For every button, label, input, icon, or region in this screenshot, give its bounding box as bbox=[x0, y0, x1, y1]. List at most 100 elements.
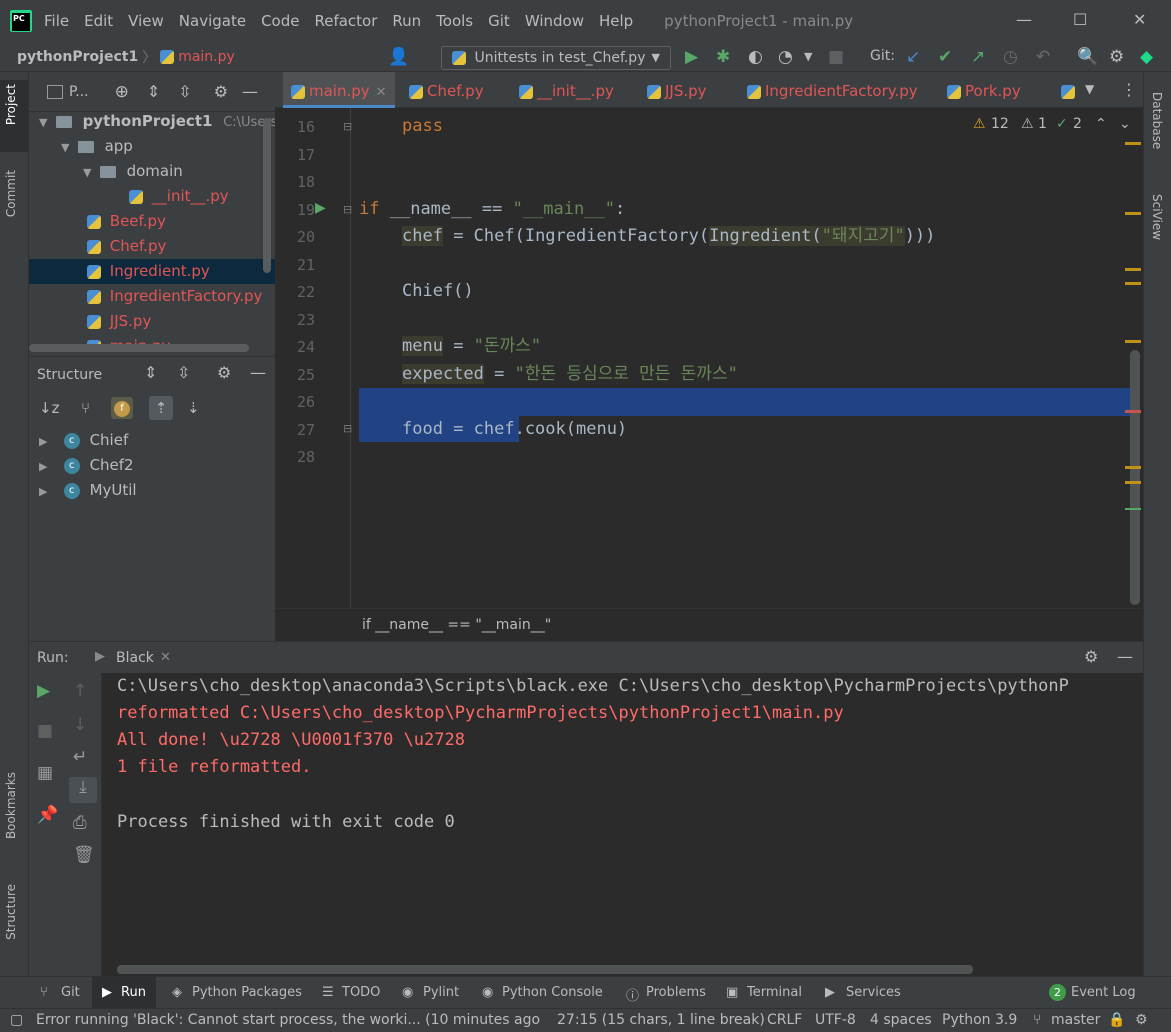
show-inherited-icon[interactable]: ⑂ bbox=[81, 399, 90, 417]
project-tool-tab[interactable]: Project bbox=[4, 84, 18, 125]
tree-root[interactable]: ▼ pythonProject1 C:\Users\c bbox=[29, 109, 289, 134]
toggle-tool-windows-icon[interactable]: ▢ bbox=[10, 1012, 23, 1028]
weak-warnings-count[interactable]: 1 bbox=[1038, 116, 1047, 132]
close-run-tab-icon[interactable]: ✕ bbox=[160, 650, 171, 665]
soft-wrap-icon[interactable]: ↵ bbox=[73, 747, 87, 767]
git-update-icon[interactable]: ↙ bbox=[906, 47, 920, 67]
next-highlight-icon[interactable]: ⌄ bbox=[1119, 116, 1131, 132]
project-panel-title[interactable]: P... bbox=[69, 84, 89, 100]
more-actions-icon[interactable]: ⋮ bbox=[1121, 80, 1137, 99]
status-message[interactable]: Error running 'Black': Cannot start proc… bbox=[36, 1012, 540, 1028]
tree-item-ingredientfactory[interactable]: IngredientFactory.py bbox=[29, 284, 275, 309]
arrow-down-icon[interactable]: ↓ bbox=[73, 715, 87, 735]
hide-panel-icon[interactable]: — bbox=[242, 82, 258, 101]
menu-help[interactable]: Help bbox=[599, 12, 633, 30]
tree-item-domain[interactable]: ▼ domain bbox=[29, 159, 275, 184]
rerun-icon[interactable]: ▶ bbox=[37, 681, 50, 701]
commit-tool-tab[interactable]: Commit bbox=[4, 170, 18, 217]
close-window-button[interactable]: ✕ bbox=[1133, 10, 1146, 29]
tool-tab-problems[interactable]: Problems bbox=[646, 985, 706, 1000]
breadcrumb-file[interactable]: main.py bbox=[178, 49, 235, 65]
structure-tool-tab[interactable]: Structure bbox=[4, 884, 18, 940]
settings-gear-icon[interactable]: ⚙ bbox=[1109, 47, 1124, 67]
profile-icon[interactable]: ◔ bbox=[778, 47, 793, 67]
menu-navigate[interactable]: Navigate bbox=[179, 12, 246, 30]
tree-item-jjs[interactable]: JJS.py bbox=[29, 309, 275, 334]
tree-item-ingredient[interactable]: Ingredient.py bbox=[29, 259, 275, 284]
tool-tab-services[interactable]: Services bbox=[846, 985, 901, 1000]
tab-ingredientfactory-py[interactable]: IngredientFactory.py bbox=[747, 72, 918, 108]
file-encoding[interactable]: UTF-8 bbox=[815, 1012, 856, 1028]
error-stripe-marker[interactable] bbox=[1125, 410, 1141, 413]
coverage-icon[interactable]: ◐ bbox=[748, 47, 763, 67]
code-editor[interactable]: 16 17 18 19 20 21 22 23 24 25 26 27 28 ▶… bbox=[275, 108, 1143, 608]
warning-stripe-marker[interactable] bbox=[1125, 466, 1141, 469]
breadcrumb-project[interactable]: pythonProject1 bbox=[17, 49, 138, 65]
debug-bug-icon[interactable]: ✱ bbox=[716, 47, 730, 67]
structure-class-chef2[interactable]: ▶ c Chef2 bbox=[29, 453, 275, 478]
python-interpreter[interactable]: Python 3.9 bbox=[942, 1012, 1017, 1028]
inspection-settings-icon[interactable]: ⚙ bbox=[1135, 1012, 1148, 1028]
menu-edit[interactable]: Edit bbox=[84, 12, 113, 30]
menu-tools[interactable]: Tools bbox=[436, 12, 473, 30]
expand-all-icon[interactable]: ⇕ bbox=[144, 363, 157, 382]
run-settings-gear-icon[interactable]: ⚙ bbox=[1084, 647, 1098, 666]
sciview-tool-tab[interactable]: SciView bbox=[1150, 194, 1164, 240]
tab-jjs-py[interactable]: JJS.py bbox=[647, 72, 707, 108]
structure-class-chief[interactable]: ▶ c Chief bbox=[29, 428, 275, 453]
tool-tab-todo[interactable]: TODO bbox=[342, 985, 380, 1000]
typo-check-icon[interactable]: ✓ bbox=[1056, 116, 1068, 132]
tool-tab-git[interactable]: Git bbox=[61, 985, 80, 1000]
menu-run[interactable]: Run bbox=[392, 12, 421, 30]
weak-warning-icon[interactable]: ⚠ bbox=[1021, 116, 1034, 132]
hide-panel-icon[interactable]: — bbox=[250, 363, 266, 382]
warning-stripe-marker[interactable] bbox=[1125, 340, 1141, 343]
project-horizontal-scrollbar[interactable] bbox=[29, 344, 249, 352]
expand-all-icon[interactable]: ⇕ bbox=[147, 82, 160, 101]
clear-all-trash-icon[interactable]: 🗑 bbox=[73, 845, 95, 865]
code-breadcrumb[interactable]: if __name__ == "__main__" bbox=[362, 617, 551, 633]
git-push-icon[interactable]: ↗ bbox=[971, 47, 985, 67]
project-vertical-scrollbar[interactable] bbox=[263, 118, 271, 273]
stop-icon[interactable]: ■ bbox=[37, 721, 53, 741]
warning-icon[interactable]: ⚠ bbox=[973, 116, 986, 132]
user-account-icon[interactable]: 👤 bbox=[388, 47, 409, 67]
git-history-icon[interactable]: ◷ bbox=[1003, 47, 1018, 67]
run-console[interactable]: C:\Users\cho_desktop\anaconda3\Scripts\b… bbox=[29, 673, 1143, 976]
fold-icon[interactable]: ⊟ bbox=[343, 203, 352, 216]
tool-tab-run[interactable]: Run bbox=[121, 985, 146, 1000]
pin-tab-icon[interactable]: 📌 bbox=[37, 805, 58, 825]
tab-pork-py[interactable]: Pork.py bbox=[947, 72, 1021, 108]
collapse-all-icon[interactable]: ⇳ bbox=[177, 363, 190, 382]
run-icon[interactable]: ▶ bbox=[685, 47, 698, 67]
warning-stripe-marker[interactable] bbox=[1125, 142, 1141, 145]
git-rollback-icon[interactable]: ↶ bbox=[1036, 47, 1050, 67]
sort-alphabetically-icon[interactable]: ↓z bbox=[39, 399, 59, 417]
warning-stripe-marker[interactable] bbox=[1125, 268, 1141, 271]
panel-settings-gear-icon[interactable]: ⚙ bbox=[217, 363, 231, 382]
git-commit-icon[interactable]: ✔ bbox=[938, 47, 952, 67]
structure-class-myutil[interactable]: ▶ c MyUtil bbox=[29, 478, 275, 503]
warnings-count[interactable]: 12 bbox=[991, 116, 1009, 132]
more-run-options-icon[interactable]: ▼ bbox=[804, 47, 812, 67]
editor-vertical-scrollbar[interactable] bbox=[1130, 350, 1140, 605]
stop-icon[interactable]: ■ bbox=[828, 47, 844, 67]
show-fields-icon[interactable]: f bbox=[111, 397, 133, 419]
tool-tab-event-log[interactable]: Event Log bbox=[1071, 985, 1136, 1000]
more-tabs-icon[interactable] bbox=[1061, 72, 1079, 108]
warning-stripe-marker[interactable] bbox=[1125, 212, 1141, 215]
menu-window[interactable]: Window bbox=[525, 12, 584, 30]
layout-icon[interactable]: ▦ bbox=[37, 763, 53, 783]
print-icon[interactable]: ⎙ bbox=[73, 813, 87, 833]
tree-item-app[interactable]: ▼ app bbox=[29, 134, 275, 159]
collapse-all-icon[interactable]: ⇳ bbox=[178, 82, 191, 101]
run-tab-black[interactable]: Black bbox=[116, 650, 154, 666]
tool-tab-terminal[interactable]: Terminal bbox=[747, 985, 802, 1000]
bookmarks-tool-tab[interactable]: Bookmarks bbox=[4, 772, 18, 839]
line-separator[interactable]: CRLF bbox=[767, 1012, 802, 1028]
hide-run-panel-icon[interactable]: — bbox=[1117, 647, 1133, 666]
git-branch[interactable]: master bbox=[1051, 1012, 1100, 1028]
menu-file[interactable]: File bbox=[44, 12, 69, 30]
tab-init-py[interactable]: __init__.py bbox=[519, 72, 614, 108]
fold-icon[interactable]: ⊟ bbox=[343, 422, 352, 435]
